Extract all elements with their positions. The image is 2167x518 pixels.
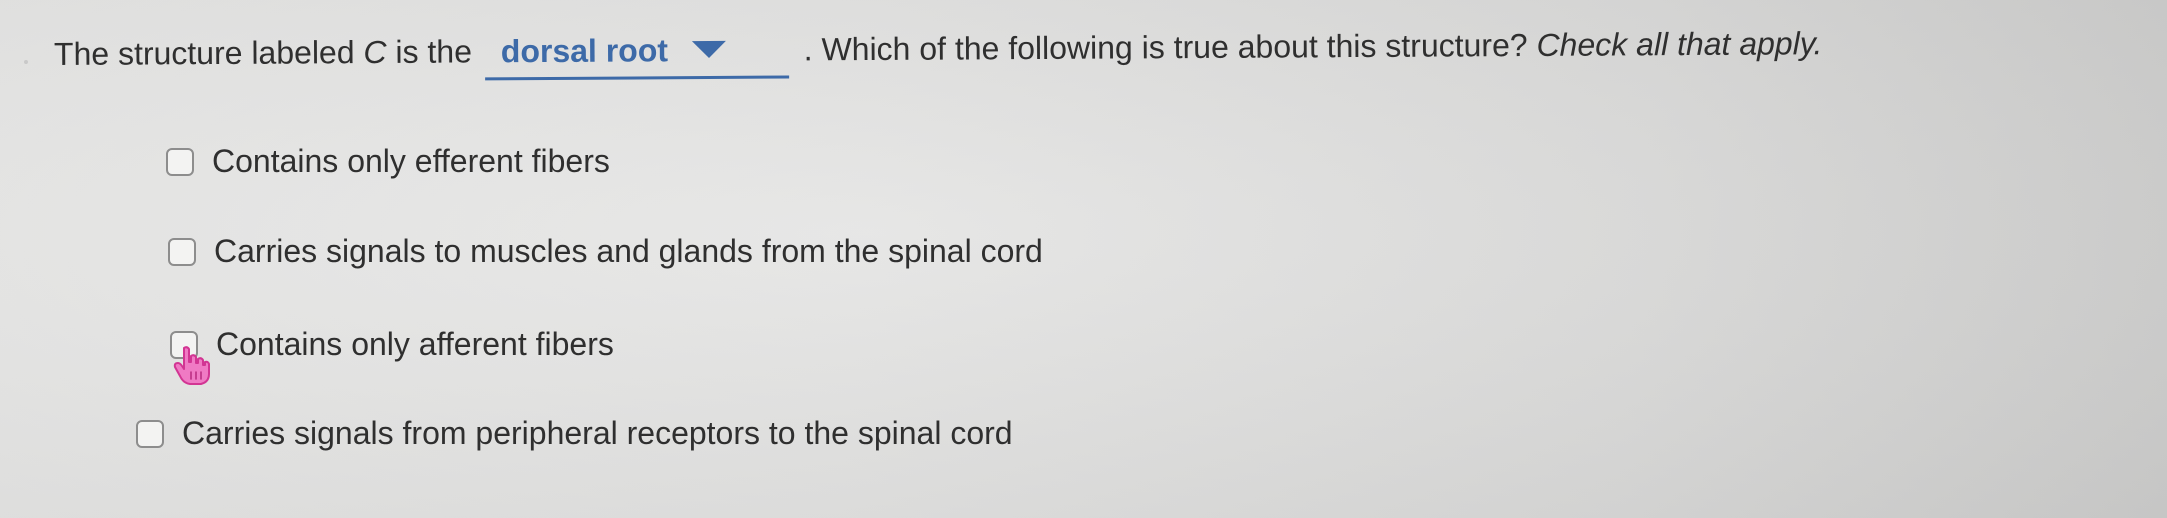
option-efferent-only[interactable]: Contains only efferent fibers xyxy=(166,143,610,180)
dropdown-selected-value: dorsal root xyxy=(500,32,669,70)
option-afferent-only[interactable]: Contains only afferent fibers xyxy=(170,326,614,363)
question-instruction: Check all that apply. xyxy=(1536,25,1823,63)
option-label: Carries signals from peripheral receptor… xyxy=(182,415,1013,451)
question-part-1: The structure labeled xyxy=(53,34,355,72)
checkbox[interactable] xyxy=(166,147,194,176)
question-marker xyxy=(24,60,28,64)
checkbox[interactable] xyxy=(168,237,196,266)
structure-dropdown[interactable]: dorsal root xyxy=(484,29,790,81)
checkbox[interactable] xyxy=(136,419,164,448)
question-part-2: is the xyxy=(395,33,473,70)
option-label: Contains only efferent fibers xyxy=(212,143,610,179)
option-signals-from-receptors[interactable]: Carries signals from peripheral receptor… xyxy=(136,415,1013,452)
option-signals-to-muscles[interactable]: Carries signals to muscles and glands fr… xyxy=(168,233,1043,270)
hand-pointer-icon xyxy=(170,344,212,386)
question-part-3: . Which of the following is true about t… xyxy=(803,26,1528,68)
option-label: Carries signals to muscles and glands fr… xyxy=(214,233,1043,269)
question-text: The structure labeled C is the dorsal ro… xyxy=(54,23,1823,83)
caret-down-icon xyxy=(691,40,727,59)
structure-variable: C xyxy=(363,33,387,71)
option-label: Contains only afferent fibers xyxy=(216,326,614,362)
